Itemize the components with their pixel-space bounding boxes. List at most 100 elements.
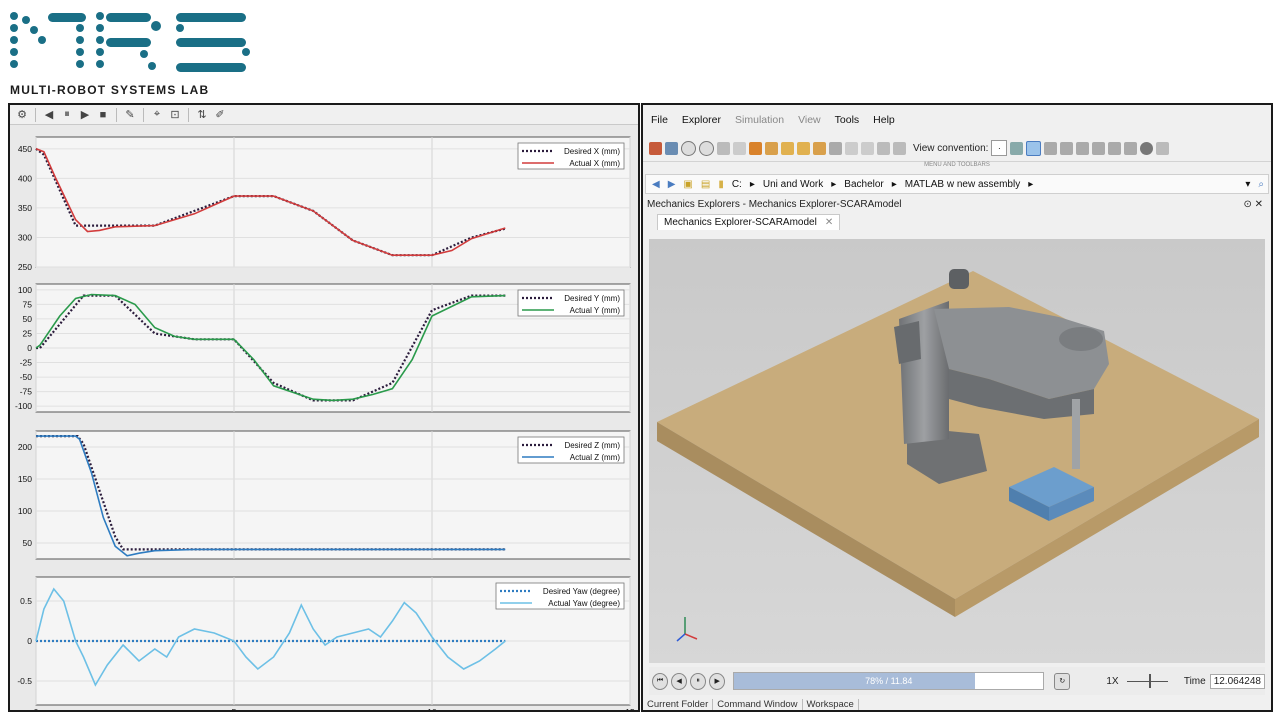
step-back-icon[interactable]: ◀ (41, 107, 57, 123)
menu-tools[interactable]: Tools (835, 114, 860, 126)
y-tick-label: 450 (18, 144, 32, 154)
playback-progress[interactable]: 78% / 11.84 (733, 672, 1045, 690)
pause-icon[interactable]: ⏸ (690, 672, 707, 690)
stop-icon[interactable]: ■ (95, 107, 111, 123)
zoom-box-icon[interactable] (1108, 141, 1122, 155)
camera-icon[interactable] (717, 141, 730, 155)
sphere-icon[interactable] (1140, 141, 1154, 155)
gear-icon[interactable]: ⚙ (14, 107, 30, 123)
view-iso-icon[interactable] (829, 141, 842, 155)
menu-simulation[interactable]: Simulation (735, 114, 784, 126)
loop-icon[interactable]: ↻ (1054, 672, 1071, 690)
y-tick-label: -100 (15, 401, 32, 411)
close-icon[interactable]: ✕ (1255, 199, 1263, 210)
logo-dot (10, 60, 18, 68)
x-tick-label: 5 (232, 707, 237, 710)
rotate-icon[interactable] (1044, 141, 1058, 155)
back-icon[interactable]: ◀ (652, 179, 660, 190)
logo-stroke (176, 63, 246, 72)
tab-mechanics-explorer[interactable]: Mechanics Explorer-SCARAmodel ✕ (657, 214, 841, 230)
logo-stroke (176, 38, 246, 47)
path-segment[interactable]: Uni and Work (763, 179, 823, 190)
dropdown-icon[interactable]: ▾ (1245, 179, 1250, 190)
toolbar-separator (143, 107, 144, 122)
logo-dot (96, 60, 104, 68)
3d-viewport[interactable] (649, 239, 1265, 663)
tab-command-window[interactable]: Command Window (713, 699, 803, 710)
menu-help[interactable]: Help (873, 114, 895, 126)
path-segment[interactable]: C: (732, 179, 742, 190)
legend-label: Actual Yaw (degree) (548, 599, 620, 608)
panel-menu-icon[interactable]: ⊙ (1243, 199, 1251, 210)
time-field[interactable]: 12.064248 (1209, 673, 1265, 689)
tab-workspace[interactable]: Workspace (803, 699, 859, 710)
legend-label: Desired X (mm) (564, 147, 620, 156)
skip-start-icon[interactable]: ⏮ (652, 672, 669, 690)
view-front-icon[interactable] (749, 141, 762, 155)
run-icon[interactable]: ▶ (77, 107, 93, 123)
pause-icon[interactable] (681, 140, 696, 156)
pause-icon[interactable]: ⏸ (59, 107, 75, 123)
speed-slider-thumb[interactable] (1148, 673, 1151, 688)
view-top-icon[interactable] (813, 141, 826, 155)
logo-dot (96, 12, 104, 20)
arrange-icon[interactable] (877, 141, 890, 155)
logo-dot (10, 12, 18, 20)
tab-current-folder[interactable]: Current Folder (643, 699, 714, 710)
zoom-fit-icon[interactable]: ⊡ (167, 107, 183, 123)
search-icon[interactable]: ⌕ (1258, 179, 1268, 190)
view-back-icon[interactable] (765, 141, 778, 155)
roll-icon[interactable] (1060, 141, 1074, 155)
y-tick-label: 100 (18, 506, 32, 516)
view-convention-select[interactable]: . (991, 140, 1008, 156)
logo-stroke (106, 13, 151, 22)
single-view-icon[interactable] (861, 141, 874, 155)
arrange-2-icon[interactable] (893, 141, 906, 155)
cursor-measure-icon[interactable]: ⌖ (149, 107, 165, 123)
axes-icon[interactable] (1124, 141, 1138, 155)
view-left-icon[interactable] (781, 141, 794, 155)
path-segment[interactable]: Bachelor (844, 179, 883, 190)
menu-explorer[interactable]: Explorer (682, 114, 721, 126)
tab-close-icon[interactable]: ✕ (825, 217, 833, 228)
path-chevron-icon: ▸ (1028, 178, 1034, 190)
play-icon[interactable]: ▶ (709, 672, 726, 690)
path-segment[interactable]: MATLAB w new assembly (905, 179, 1020, 190)
logo-dot (96, 24, 104, 32)
stop-icon[interactable] (699, 140, 714, 156)
edit-icon[interactable]: ✐ (212, 107, 228, 123)
split-view-icon[interactable] (845, 141, 858, 155)
menu-file[interactable]: File (651, 114, 668, 126)
open-icon[interactable] (649, 141, 662, 155)
zoom-icon[interactable] (1092, 141, 1106, 155)
view-right-icon[interactable] (797, 141, 810, 155)
speed-slider[interactable] (1126, 673, 1168, 688)
path-chevron-icon: ▸ (891, 178, 897, 190)
logo-dot (76, 24, 84, 32)
address-bar[interactable]: ◀ ▶ ▣ ▤ ▮ C: ▸ Uni and Work ▸ Bachelor ▸ MA… (645, 174, 1269, 194)
highlight-icon[interactable]: ✎ (122, 107, 138, 123)
browse-icon[interactable]: ▤ (701, 179, 710, 190)
panel-title: Mechanics Explorers - Mechanics Explorer… (647, 198, 902, 210)
y-tick-label: -25 (20, 358, 33, 368)
logo-dot (10, 48, 18, 56)
trigger-icon[interactable]: ⇅ (194, 107, 210, 123)
forward-icon[interactable]: ▶ (668, 179, 676, 190)
pan-icon[interactable] (1076, 141, 1090, 155)
y-tick-label: -75 (20, 387, 33, 397)
scope-toolbar: ⚙ ◀ ⏸ ▶ ■ ✎ ⌖ ⊡ ⇅ ✐ (10, 105, 638, 125)
settings-icon[interactable] (1156, 141, 1170, 155)
logo-dot (22, 16, 30, 24)
y-tick-label: 400 (18, 173, 32, 183)
logo-dot (148, 62, 156, 70)
menu-view[interactable]: View (798, 114, 821, 126)
logo-stroke (176, 13, 246, 22)
fit-view-icon[interactable] (733, 141, 746, 155)
select-cursor-icon[interactable] (1026, 140, 1042, 156)
save-icon[interactable] (665, 141, 678, 155)
home-view-icon[interactable] (1010, 141, 1024, 155)
time-label: Time (1183, 675, 1206, 687)
y-tick-label: 150 (18, 474, 32, 484)
step-back-icon[interactable]: ◀ (671, 672, 688, 690)
up-folder-icon[interactable]: ▣ (683, 179, 692, 190)
